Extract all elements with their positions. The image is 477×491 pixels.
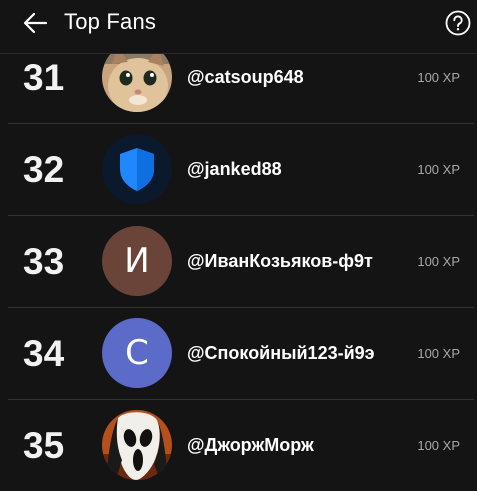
rank-number: 33: [23, 241, 65, 282]
page-title: Top Fans: [64, 9, 157, 34]
xp-value: 100 XP: [417, 162, 460, 177]
xp-value: 100 XP: [417, 346, 460, 361]
avatar-letter: И: [124, 241, 150, 281]
fan-row[interactable]: 34 С @Спокойный123-й9э 100 XP: [8, 308, 474, 400]
top-bar: Top Fans: [0, 0, 477, 54]
fans-list: 31 @catsoup648 100 XP 32 @janked88 100 X…: [8, 32, 474, 491]
arrow-left-icon[interactable]: [20, 8, 50, 38]
fan-row[interactable]: 33 И @ИванКозьяков-ф9т 100 XP: [8, 216, 474, 308]
username[interactable]: @janked88: [187, 124, 282, 215]
fan-row[interactable]: 35 @ДжоржМорж 100 XP: [8, 400, 474, 491]
xp-value: 100 XP: [417, 254, 460, 269]
question-circle-icon[interactable]: [445, 10, 471, 36]
avatar[interactable]: [102, 410, 172, 480]
rank-number: 34: [23, 333, 65, 374]
username[interactable]: @ДжоржМорж: [187, 400, 314, 491]
blue-shield-icon: [102, 134, 172, 204]
fan-row[interactable]: 32 @janked88 100 XP: [8, 124, 474, 216]
avatar[interactable]: С: [102, 318, 172, 388]
avatar[interactable]: И: [102, 226, 172, 296]
rank-number: 35: [23, 425, 65, 466]
avatar[interactable]: [102, 134, 172, 204]
username[interactable]: @ИванКозьяков-ф9т: [187, 216, 373, 307]
username[interactable]: @Спокойный123-й9э: [187, 308, 375, 399]
xp-value: 100 XP: [417, 438, 460, 453]
rank-number: 32: [23, 149, 65, 190]
ghostface-photo: [102, 410, 172, 480]
avatar-letter: С: [125, 333, 149, 373]
